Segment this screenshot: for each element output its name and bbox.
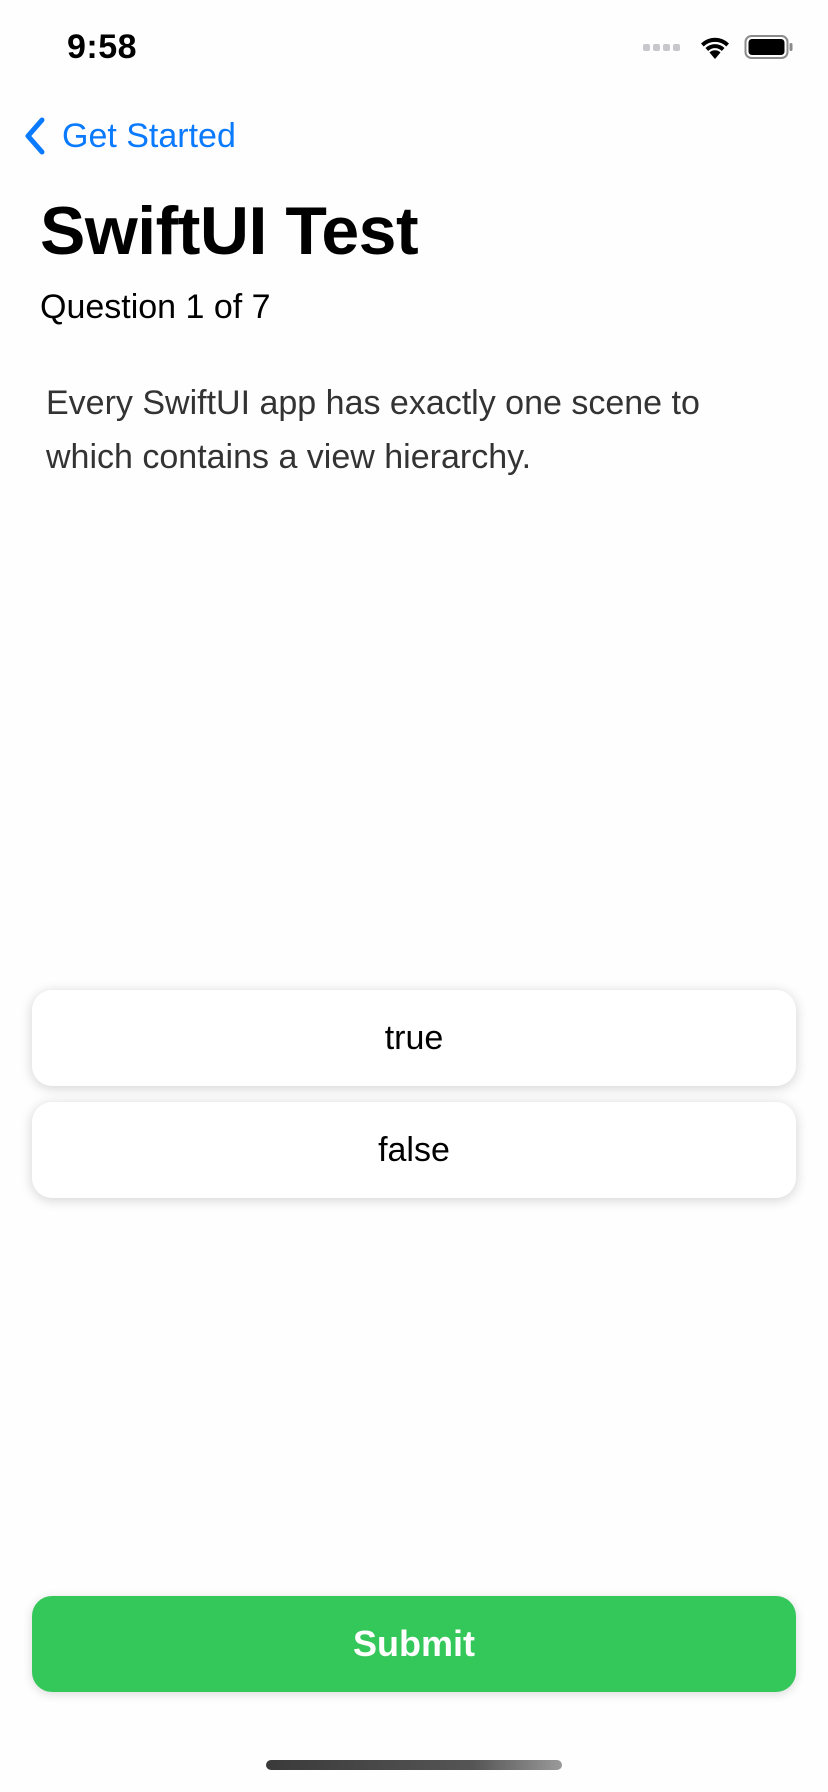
submit-button[interactable]: Submit: [32, 1596, 796, 1692]
chevron-left-icon: [25, 117, 45, 155]
cellular-signal-icon: [643, 43, 680, 51]
navigation-bar: Get Started: [0, 110, 828, 170]
wifi-icon: [701, 37, 729, 59]
answer-option-false[interactable]: false: [32, 1102, 796, 1198]
page-title: SwiftUI Test: [40, 193, 419, 269]
question-text: Every SwiftUI app has exactly one scene …: [46, 384, 700, 476]
back-button[interactable]: Get Started: [22, 116, 236, 156]
status-icons: [643, 34, 794, 60]
back-button-label: Get Started: [62, 116, 236, 155]
question-counter: Question 1 of 7: [40, 288, 271, 326]
status-bar: 9:58: [0, 0, 828, 100]
answer-option-true[interactable]: true: [32, 990, 796, 1086]
status-time: 9:58: [67, 28, 138, 66]
battery-icon: [744, 35, 793, 59]
home-indicator[interactable]: [266, 1760, 562, 1770]
